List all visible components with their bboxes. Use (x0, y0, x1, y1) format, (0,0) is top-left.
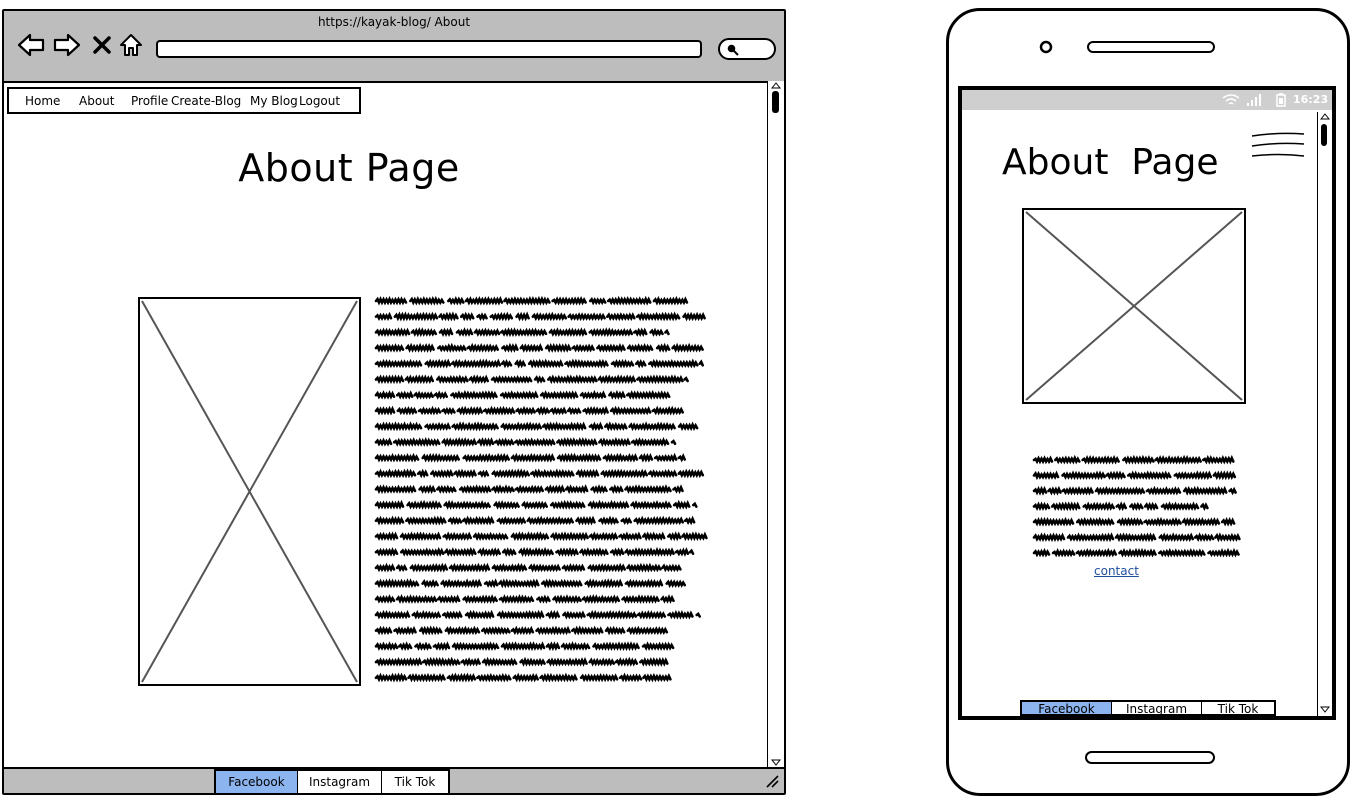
mobile-about-text-block (1032, 454, 1241, 558)
hamburger-menu-icon[interactable] (1250, 130, 1306, 164)
search-icon (727, 44, 739, 56)
back-arrow-icon[interactable] (16, 31, 46, 59)
resize-grip-icon[interactable] (764, 773, 780, 789)
desktop-browser-window: https://kayak-blog/ About Home About Pro… (2, 9, 786, 795)
address-bar[interactable] (156, 40, 702, 58)
window-url: https://kayak-blog/ About (317, 15, 471, 29)
facebook-button[interactable]: Facebook (216, 771, 298, 793)
forward-arrow-icon[interactable] (52, 31, 82, 59)
nav-logout-link[interactable]: Logout (299, 94, 340, 108)
mobile-vertical-scrollbar[interactable] (1317, 112, 1332, 716)
phone-screen: 16:23 About Page contact Facebook Instag… (958, 86, 1336, 720)
mobile-instagram-button[interactable]: Instagram (1112, 702, 1202, 716)
about-image-placeholder (138, 297, 361, 686)
tiktok-button[interactable]: Tik Tok (382, 771, 448, 793)
signal-icon (1247, 94, 1261, 106)
wifi-icon (1222, 94, 1240, 105)
mobile-facebook-button[interactable]: Facebook (1022, 702, 1112, 716)
search-button[interactable] (718, 38, 776, 60)
battery-icon (1276, 93, 1286, 107)
mobile-tiktok-button[interactable]: Tik Tok (1202, 702, 1274, 716)
nav-about-link[interactable]: About (79, 94, 114, 108)
stop-icon[interactable] (92, 35, 112, 55)
vertical-scrollbar[interactable] (767, 81, 784, 769)
contact-link[interactable]: contact (1094, 564, 1139, 578)
page-title: About Page (238, 146, 460, 190)
about-text-block (374, 295, 708, 683)
nav-create-blog-link[interactable]: Create-Blog (171, 94, 241, 108)
nav-home-link[interactable]: Home (25, 94, 60, 108)
camera-icon (1039, 40, 1053, 54)
mobile-scrollbar-thumb[interactable] (1321, 124, 1327, 146)
home-button[interactable] (1085, 751, 1215, 764)
mobile-scroll-up-arrow-icon[interactable] (1320, 112, 1330, 120)
phone-status-bar: 16:23 (962, 90, 1332, 110)
mobile-image-placeholder (1022, 208, 1246, 404)
browser-toolbar: https://kayak-blog/ About (4, 11, 784, 83)
earpiece-speaker (1087, 41, 1215, 53)
mobile-page-title: About Page (1002, 142, 1219, 183)
scroll-up-arrow-icon[interactable] (771, 81, 781, 89)
home-icon[interactable] (118, 32, 144, 58)
social-links-group: Facebook Instagram Tik Tok (214, 769, 450, 795)
scrollbar-thumb[interactable] (772, 91, 779, 113)
mobile-scroll-down-arrow-icon[interactable] (1320, 706, 1330, 714)
mobile-social-links-group: Facebook Instagram Tik Tok (1020, 700, 1276, 716)
scroll-down-arrow-icon[interactable] (771, 759, 781, 767)
status-time: 16:23 (1292, 93, 1328, 106)
top-navigation: Home About Profile Create-Blog My Blog L… (7, 87, 361, 114)
nav-my-blog-link[interactable]: My Blog (250, 94, 298, 108)
instagram-button[interactable]: Instagram (298, 771, 382, 793)
nav-profile-link[interactable]: Profile (131, 94, 168, 108)
